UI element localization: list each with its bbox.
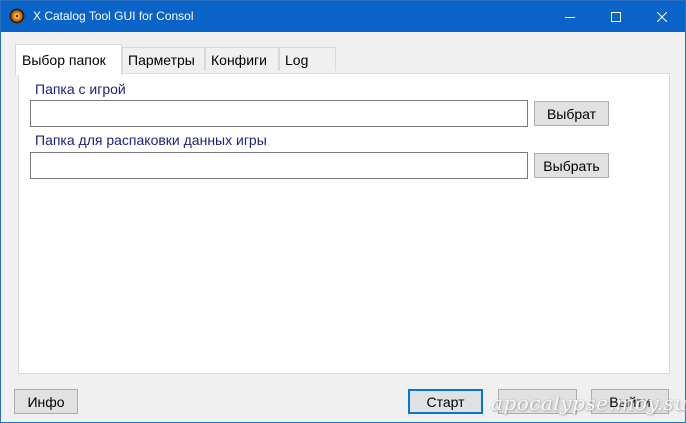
app-logo-icon: [9, 8, 25, 24]
minimize-button[interactable]: [547, 1, 593, 32]
unpack-folder-label: Папка для распаковки данных игры: [35, 132, 267, 148]
browse-game-folder-button[interactable]: Выбрат: [534, 101, 609, 126]
info-button[interactable]: Инфо: [14, 389, 78, 414]
browse-unpack-folder-button[interactable]: Выбрать: [534, 153, 609, 178]
start-button[interactable]: Старт: [408, 389, 483, 414]
minimize-icon: [565, 12, 575, 22]
tab-label: Конфиги: [211, 51, 267, 68]
game-folder-input[interactable]: [30, 100, 528, 127]
maximize-button[interactable]: [593, 1, 639, 32]
window-title: X Catalog Tool GUI for Consol: [33, 9, 194, 23]
tab-label: Парметры: [128, 51, 195, 68]
game-folder-label: Папка с игрой: [35, 81, 126, 97]
tab-label: Выбор папок: [22, 52, 106, 68]
tab-configs[interactable]: Конфиги: [205, 47, 279, 71]
close-icon: [657, 11, 667, 22]
tab-log[interactable]: Log: [279, 47, 336, 71]
title-bar[interactable]: X Catalog Tool GUI for Consol: [1, 1, 685, 32]
tab-panel-folder-selection: Папка с игрой Выбрат Папка для распаковк…: [18, 73, 670, 374]
tab-label: Log: [285, 51, 309, 68]
app-window: X Catalog Tool GUI for Consol Выбор папо…: [0, 0, 686, 423]
maximize-icon: [611, 11, 621, 22]
tab-parameters[interactable]: Парметры: [122, 47, 205, 71]
close-button[interactable]: [639, 1, 685, 32]
unpack-folder-input[interactable]: [30, 152, 528, 179]
watermark: apocalypse.moy.su: [491, 391, 686, 415]
tab-folder-selection[interactable]: Выбор папок: [15, 44, 122, 75]
